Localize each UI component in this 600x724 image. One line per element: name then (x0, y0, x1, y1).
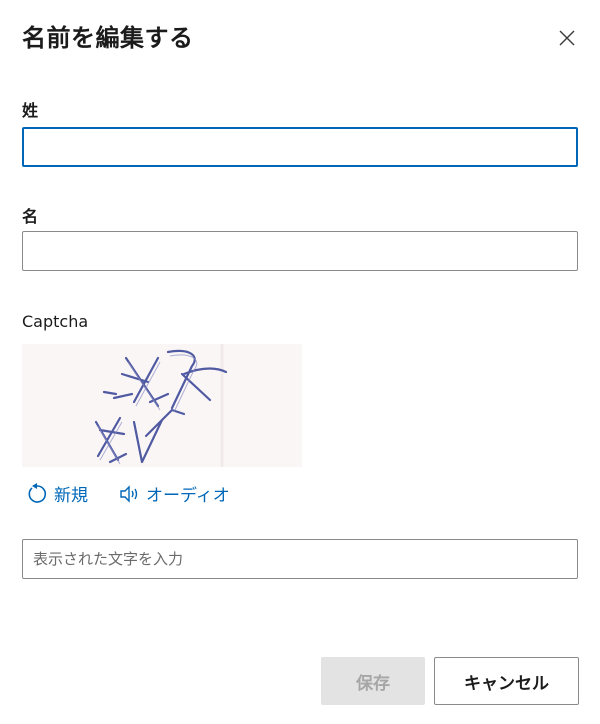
refresh-icon (28, 482, 47, 503)
captcha-refresh-link[interactable]: 新規 (26, 481, 88, 506)
edit-name-dialog: 名前を編集する 姓 名 Captcha 新規 オーディオ 表示された文字を入力 … (0, 0, 600, 724)
speaker-icon (120, 484, 138, 503)
save-button[interactable]: 保存 (321, 657, 425, 705)
last-name-input[interactable] (22, 127, 578, 167)
captcha-label: Captcha (22, 312, 89, 331)
first-name-label: 名 (22, 207, 39, 226)
captcha-refresh-label: 新規 (54, 486, 88, 506)
captcha-input[interactable] (22, 539, 578, 579)
dialog-title: 名前を編集する (22, 24, 194, 52)
close-button[interactable] (556, 27, 578, 49)
cancel-button[interactable]: キャンセル (434, 657, 579, 705)
last-name-label: 姓 (22, 101, 39, 120)
close-icon (559, 30, 575, 46)
captcha-image (22, 344, 302, 467)
first-name-input[interactable] (22, 231, 578, 271)
captcha-audio-link[interactable]: オーディオ (118, 481, 230, 506)
captcha-audio-label: オーディオ (146, 486, 230, 506)
